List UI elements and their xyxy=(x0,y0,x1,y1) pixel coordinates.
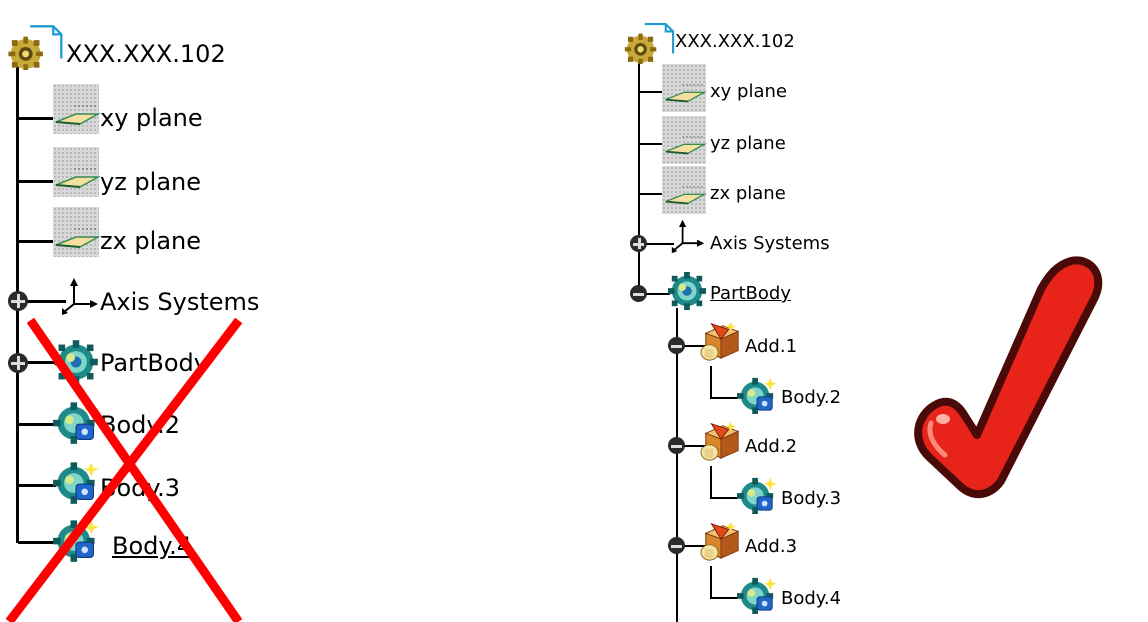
tree-item-add-2[interactable]: Add.2 xyxy=(745,438,797,456)
expand-icon[interactable] xyxy=(630,235,647,252)
axis-system-icon[interactable] xyxy=(670,218,706,254)
checkmark-icon xyxy=(914,256,1103,499)
tree-item-yz-plane[interactable]: yz plane xyxy=(710,135,786,153)
red-cross-icon xyxy=(5,318,243,622)
root-label[interactable]: XXX.XXX.102 xyxy=(66,42,226,66)
tree-trunk-line xyxy=(710,366,712,398)
plane-icon[interactable] xyxy=(662,124,708,159)
tree-item-body-3[interactable]: Body.3 xyxy=(781,490,841,508)
tree-branch-line xyxy=(18,117,54,120)
tree-trunk-line xyxy=(710,566,712,598)
body-icon[interactable] xyxy=(736,476,778,514)
collapse-icon[interactable] xyxy=(668,537,685,554)
tree-item-partbody[interactable]: PartBody xyxy=(710,285,791,303)
tree-item-zx-plane[interactable]: zx plane xyxy=(710,185,786,203)
collapse-icon[interactable] xyxy=(630,285,647,302)
tree-branch-line xyxy=(638,143,662,145)
tree-item-body-2[interactable]: Body.2 xyxy=(781,389,841,407)
tree-item-yz-plane[interactable]: yz plane xyxy=(100,170,201,194)
tree-branch-line xyxy=(638,193,662,195)
expand-icon[interactable] xyxy=(8,291,28,311)
collapse-icon[interactable] xyxy=(668,437,685,454)
tree-trunk-line xyxy=(676,308,678,622)
add-operation-icon[interactable] xyxy=(700,420,742,462)
tree-branch-line xyxy=(18,180,54,183)
collapse-icon[interactable] xyxy=(668,337,685,354)
plane-icon[interactable] xyxy=(662,72,708,107)
tree-branch-line xyxy=(638,91,662,93)
plane-icon[interactable] xyxy=(52,215,102,253)
plane-icon[interactable] xyxy=(52,155,102,193)
tree-item-axis-systems[interactable]: Axis Systems xyxy=(100,290,259,314)
part-document-icon[interactable] xyxy=(622,22,678,64)
tree-item-xy-plane[interactable]: xy plane xyxy=(100,106,203,130)
plane-icon[interactable] xyxy=(662,174,708,209)
body-icon[interactable] xyxy=(736,376,778,414)
tree-branch-line xyxy=(710,397,738,399)
tree-trunk-line xyxy=(710,466,712,498)
tree-branch-line xyxy=(710,597,738,599)
add-operation-icon[interactable] xyxy=(700,320,742,362)
tree-item-add-3[interactable]: Add.3 xyxy=(745,538,797,556)
body-icon[interactable] xyxy=(736,576,778,614)
part-document-icon[interactable] xyxy=(6,24,66,70)
axis-system-icon[interactable] xyxy=(60,276,100,316)
tree-item-xy-plane[interactable]: xy plane xyxy=(710,83,787,101)
tree-branch-line xyxy=(18,240,54,243)
plane-icon[interactable] xyxy=(52,92,102,130)
root-label[interactable]: XXX.XXX.102 xyxy=(675,33,795,51)
tree-item-axis-systems[interactable]: Axis Systems xyxy=(710,235,830,253)
body-icon[interactable] xyxy=(666,272,708,310)
add-operation-icon[interactable] xyxy=(700,520,742,562)
tree-item-zx-plane[interactable]: zx plane xyxy=(100,229,201,253)
tree-branch-line xyxy=(710,497,738,499)
tree-item-body-4[interactable]: Body.4 xyxy=(781,590,841,608)
tree-item-add-1[interactable]: Add.1 xyxy=(745,338,797,356)
